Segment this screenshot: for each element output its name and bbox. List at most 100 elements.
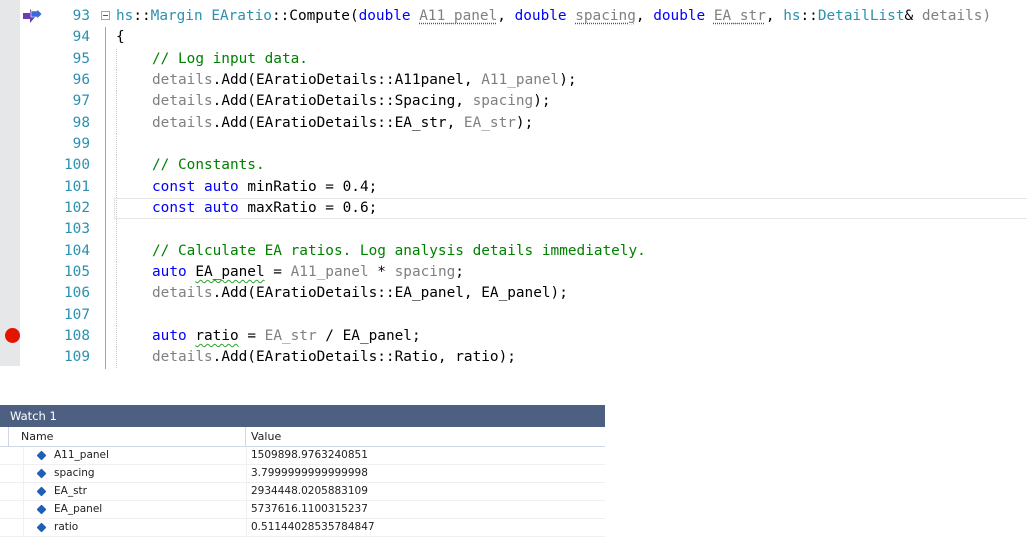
code-token: details (152, 285, 213, 302)
indent-guide (116, 91, 152, 113)
line-number: 101 (64, 178, 90, 195)
code-line[interactable]: 102 const auto maxRatio = 0.6; (0, 197, 1027, 220)
code-token: .Add(EAratioDetails::A11panel, (212, 71, 482, 88)
code-token: auto (152, 327, 187, 344)
indent-guide (116, 347, 152, 369)
watch-variable-value[interactable]: 5737616.1100315237 (251, 501, 368, 518)
code-token: , (497, 8, 515, 24)
watch-variable-name[interactable]: ratio (54, 519, 78, 536)
code-token: , (635, 8, 654, 24)
field-diamond-icon (36, 522, 47, 533)
code-text: auto ratio = EA_str / EA_panel; (116, 325, 421, 347)
code-line[interactable]: 93 hs::Margin EAratio::Compute(double A11… (0, 6, 1027, 27)
outline-guide (105, 91, 106, 113)
code-line[interactable]: 106 details.Add(EAratioDetails::EA_panel,… (0, 283, 1027, 305)
outline-guide (105, 261, 106, 284)
row-gutter (8, 519, 24, 537)
code-line[interactable]: 107 (0, 304, 1027, 326)
line-number: 95 (72, 50, 90, 67)
code-line[interactable]: 103 (0, 219, 1027, 241)
line-number: 102 (64, 199, 90, 216)
code-token: hs (783, 8, 801, 24)
watch-row[interactable]: A11_panel 1509898.9763240851 (0, 447, 605, 465)
code-token: A11_panel (481, 71, 560, 88)
code-line[interactable]: 104 // Calculate EA ratios. Log analysis … (0, 240, 1027, 262)
line-number: 109 (64, 349, 90, 366)
line-number: 93 (72, 8, 90, 24)
code-lines: 93 hs::Margin EAratio::Compute(double A11… (0, 6, 1027, 369)
watch-row[interactable]: EA_panel 5737616.1100315237 (0, 501, 605, 519)
indent-guide (116, 69, 152, 91)
watch-variable-name[interactable]: spacing (54, 465, 95, 482)
watch-variable-value[interactable]: 3.7999999999999998 (251, 465, 368, 482)
watch-variable-value[interactable]: 0.51144028535784847 (251, 519, 375, 536)
code-token: A11_panel (419, 8, 498, 24)
indent-guide (116, 304, 152, 326)
code-line[interactable]: 101 const auto minRatio = 0.4; (0, 176, 1027, 198)
code-line[interactable]: 96 details.Add(EAratioDetails::A11panel, … (0, 69, 1027, 92)
code-token: // Calculate EA ratios. Log analysis det… (152, 242, 646, 259)
code-token: .Add(EAratioDetails::Ratio, ratio); (212, 349, 516, 366)
outline-guide (105, 197, 106, 220)
watch-row[interactable]: EA_str 2934448.0205883109 (0, 483, 605, 501)
code-token: ); (559, 71, 577, 88)
code-token: details (152, 71, 213, 88)
code-line[interactable]: 105 auto EA_panel = A11_panel * spacing; (0, 261, 1027, 284)
line-number: 98 (72, 114, 90, 131)
code-editor[interactable]: 93 hs::Margin EAratio::Compute(double A11… (0, 0, 1027, 369)
outline-guide (105, 240, 106, 262)
code-token: Margin (150, 8, 203, 24)
code-token: & (904, 8, 922, 24)
code-token: auto (204, 199, 239, 216)
code-line[interactable]: 94 { (0, 27, 1027, 49)
watch-variable-value[interactable]: 2934448.0205883109 (251, 483, 368, 500)
code-token: :: (133, 8, 151, 24)
watch-row[interactable]: spacing 3.7999999999999998 (0, 465, 605, 483)
code-token: ratio (195, 327, 239, 344)
code-text: hs::Margin EAratio::Compute(double A11_p… (116, 6, 991, 27)
watch-row[interactable]: ratio 0.51144028535784847 (0, 519, 605, 537)
code-line[interactable]: 99 (0, 133, 1027, 156)
code-text: details.Add(EAratioDetails::Spacing, spa… (116, 91, 551, 113)
code-token: * (368, 263, 395, 280)
code-token: EA_str (713, 8, 766, 24)
code-text: details.Add(EAratioDetails::Ratio, ratio… (116, 347, 516, 369)
outline-guide (105, 283, 106, 305)
indent-guide (116, 176, 152, 198)
watch-variable-name[interactable]: EA_str (54, 483, 87, 500)
outline-guide (105, 27, 106, 49)
code-token: details (152, 349, 213, 366)
code-token: double (514, 8, 567, 24)
code-token: DetailList (817, 8, 905, 24)
watch-variable-name[interactable]: EA_panel (54, 501, 102, 518)
column-header-value[interactable]: Value (246, 427, 605, 446)
indent-guide (116, 133, 152, 155)
watch-window-title[interactable]: Watch 1 (0, 405, 605, 427)
watch-variable-name[interactable]: A11_panel (54, 447, 109, 464)
code-text: // Log input data. (116, 48, 308, 70)
outline-guide (105, 325, 106, 348)
watch-variable-value[interactable]: 1509898.9763240851 (251, 447, 368, 464)
outline-guide (105, 176, 106, 198)
code-line[interactable]: 95 // Log input data. (0, 48, 1027, 70)
outline-guide (105, 219, 106, 241)
code-line[interactable]: 97 details.Add(EAratioDetails::Spacing, s… (0, 91, 1027, 113)
code-token: // Log input data. (152, 50, 308, 67)
outline-guide (105, 112, 106, 134)
code-line[interactable]: 109 details.Add(EAratioDetails::Ratio, ra… (0, 347, 1027, 369)
collapse-toggle-icon[interactable] (101, 11, 110, 20)
code-line[interactable]: 108 auto ratio = EA_str / EA_panel; (0, 325, 1027, 348)
row-gutter (8, 501, 24, 519)
column-header-name[interactable]: Name (8, 427, 246, 446)
line-number: 107 (64, 306, 90, 323)
code-line[interactable]: 98 details.Add(EAratioDetails::EA_str, EA… (0, 112, 1027, 134)
code-line[interactable]: 100 // Constants. (0, 155, 1027, 177)
field-diamond-icon (36, 468, 47, 479)
indent-guide (116, 155, 152, 177)
field-diamond-icon (36, 486, 47, 497)
watch-window: Watch 1 Name Value A11_panel 1509898.9763… (0, 405, 605, 537)
column-separator (246, 501, 247, 519)
